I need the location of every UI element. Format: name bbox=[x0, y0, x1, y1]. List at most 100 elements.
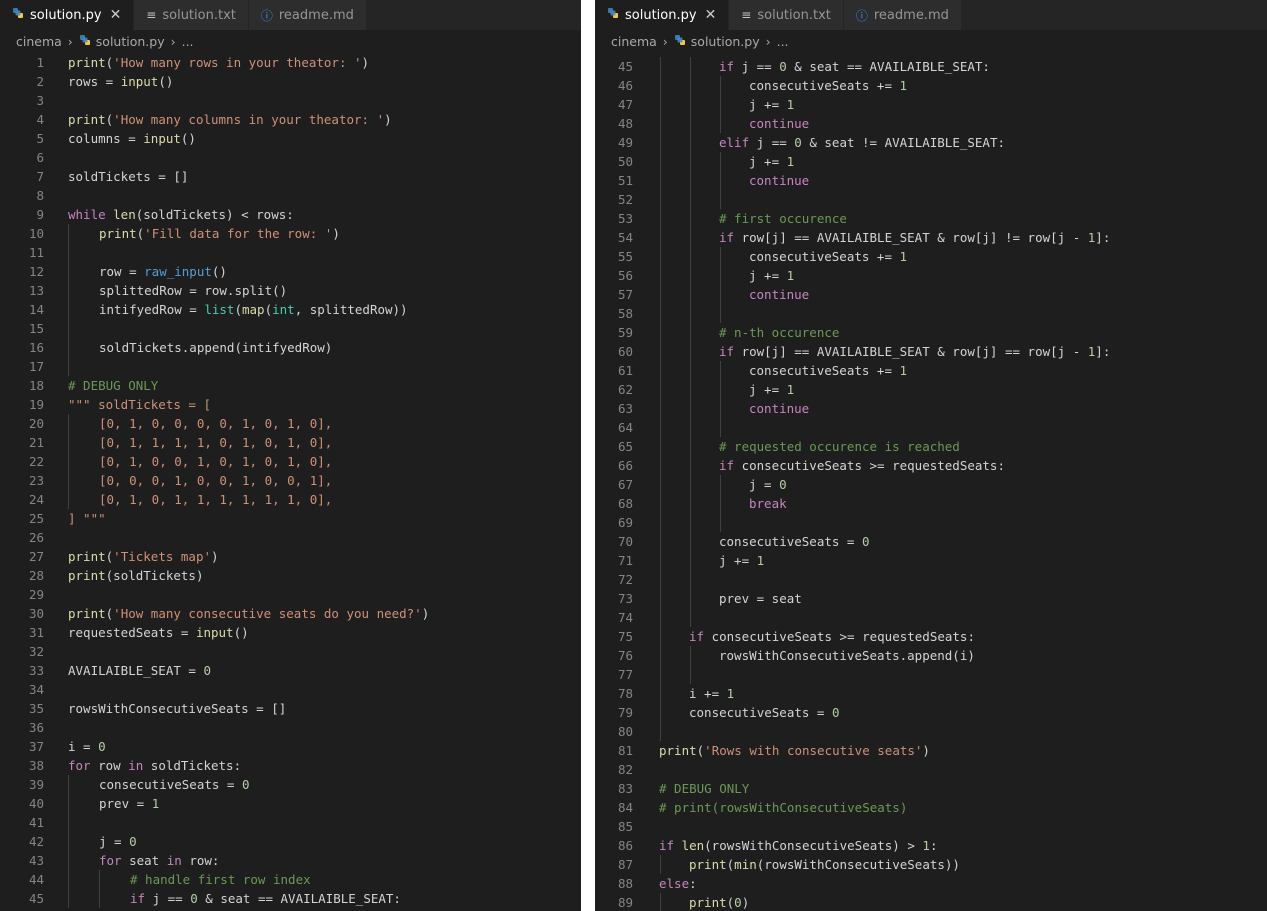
code-line[interactable]: 35 rowsWithConsecutiveSeats = [] bbox=[0, 699, 581, 718]
code-line[interactable]: 54 if row[j] == AVAILAIBLE_SEAT & row[j] … bbox=[595, 228, 1267, 247]
code-line[interactable]: 42 j = 0 bbox=[0, 832, 581, 851]
code-line[interactable]: 46 consecutiveSeats += 1 bbox=[595, 76, 1267, 95]
breadcrumb-more[interactable]: ... bbox=[182, 34, 194, 49]
code-line[interactable]: 89 print(0) bbox=[595, 893, 1267, 911]
code-line[interactable]: 62 j += 1 bbox=[595, 380, 1267, 399]
code-editor[interactable]: 1 print('How many rows in your theator: '… bbox=[0, 53, 581, 908]
code-line[interactable]: 56 j += 1 bbox=[595, 266, 1267, 285]
code-line[interactable]: 10 print('Fill data for the row: ') bbox=[0, 224, 581, 243]
code-line[interactable]: 6 bbox=[0, 148, 581, 167]
code-line[interactable]: 21 [0, 1, 1, 1, 1, 0, 1, 0, 1, 0], bbox=[0, 433, 581, 452]
code-line[interactable]: 25] """ bbox=[0, 509, 581, 528]
code-line[interactable]: 31 requestedSeats = input() bbox=[0, 623, 581, 642]
tab-solution-py[interactable]: solution.py ✕ bbox=[595, 0, 730, 30]
code-line[interactable]: 2 rows = input() bbox=[0, 72, 581, 91]
tab-solution-txt[interactable]: ≡ solution.txt bbox=[729, 0, 844, 30]
code-line[interactable]: 45 if j == 0 & seat == AVAILAIBLE_SEAT: bbox=[0, 889, 581, 908]
code-line[interactable]: 47 j += 1 bbox=[595, 95, 1267, 114]
code-line[interactable]: 80 bbox=[595, 722, 1267, 741]
code-line[interactable]: 48 continue bbox=[595, 114, 1267, 133]
code-line[interactable]: 66 if consecutiveSeats >= requestedSeats: bbox=[595, 456, 1267, 475]
breadcrumb-file[interactable]: solution.py bbox=[96, 34, 165, 49]
code-line[interactable]: 65 # requested occurence is reached bbox=[595, 437, 1267, 456]
code-line[interactable]: 14 intifyedRow = list(map(int, splittedRo… bbox=[0, 300, 581, 319]
breadcrumb-folder[interactable]: cinema bbox=[16, 34, 62, 49]
code-line[interactable]: 18 # DEBUG ONLY bbox=[0, 376, 581, 395]
code-line[interactable]: 8 bbox=[0, 186, 581, 205]
breadcrumb-folder[interactable]: cinema bbox=[611, 34, 657, 49]
code-line[interactable]: 72 bbox=[595, 570, 1267, 589]
code-line[interactable]: 29 bbox=[0, 585, 581, 604]
close-icon[interactable]: ✕ bbox=[705, 7, 717, 23]
code-line[interactable]: 69 bbox=[595, 513, 1267, 532]
code-line[interactable]: 68 break bbox=[595, 494, 1267, 513]
code-line[interactable]: 34 bbox=[0, 680, 581, 699]
code-line[interactable]: 5 columns = input() bbox=[0, 129, 581, 148]
code-line[interactable]: 58 bbox=[595, 304, 1267, 323]
code-line[interactable]: 30 print('How many consecutive seats do y… bbox=[0, 604, 581, 623]
tab-solution-txt[interactable]: ≡ solution.txt bbox=[134, 0, 249, 30]
code-line[interactable]: 73 prev = seat bbox=[595, 589, 1267, 608]
code-line[interactable]: 76 rowsWithConsecutiveSeats.append(i) bbox=[595, 646, 1267, 665]
code-line[interactable]: 41 bbox=[0, 813, 581, 832]
code-line[interactable]: 45 if j == 0 & seat == AVAILAIBLE_SEAT: bbox=[595, 57, 1267, 76]
code-line[interactable]: 55 consecutiveSeats += 1 bbox=[595, 247, 1267, 266]
tab-readme-md[interactable]: ⓘ readme.md bbox=[248, 0, 367, 30]
code-line[interactable]: 64 bbox=[595, 418, 1267, 437]
code-line[interactable]: 74 bbox=[595, 608, 1267, 627]
code-line[interactable]: 32 bbox=[0, 642, 581, 661]
code-line[interactable]: 70 consecutiveSeats = 0 bbox=[595, 532, 1267, 551]
code-line[interactable]: 51 continue bbox=[595, 171, 1267, 190]
code-line[interactable]: 78 i += 1 bbox=[595, 684, 1267, 703]
code-line[interactable]: 43 for seat in row: bbox=[0, 851, 581, 870]
code-line[interactable]: 52 bbox=[595, 190, 1267, 209]
code-line[interactable]: 9 while len(soldTickets) < rows: bbox=[0, 205, 581, 224]
code-line[interactable]: 12 row = raw_input() bbox=[0, 262, 581, 281]
code-line[interactable]: 61 consecutiveSeats += 1 bbox=[595, 361, 1267, 380]
code-line[interactable]: 20 [0, 1, 0, 0, 0, 0, 1, 0, 1, 0], bbox=[0, 414, 581, 433]
code-line[interactable]: 37 i = 0 bbox=[0, 737, 581, 756]
code-line[interactable]: 71 j += 1 bbox=[595, 551, 1267, 570]
code-line[interactable]: 40 prev = 1 bbox=[0, 794, 581, 813]
code-line[interactable]: 11 bbox=[0, 243, 581, 262]
code-line[interactable]: 28 print(soldTickets) bbox=[0, 566, 581, 585]
code-line[interactable]: 81 print('Rows with consecutive seats') bbox=[595, 741, 1267, 760]
code-line[interactable]: 38 for row in soldTickets: bbox=[0, 756, 581, 775]
code-line[interactable]: 63 continue bbox=[595, 399, 1267, 418]
code-line[interactable]: 27 print('Tickets map') bbox=[0, 547, 581, 566]
code-line[interactable]: 84 # print(rowsWithConsecutiveSeats) bbox=[595, 798, 1267, 817]
tab-solution-py[interactable]: solution.py ✕ bbox=[0, 0, 135, 30]
code-line[interactable]: 75 if consecutiveSeats >= requestedSeats: bbox=[595, 627, 1267, 646]
code-line[interactable]: 39 consecutiveSeats = 0 bbox=[0, 775, 581, 794]
code-line[interactable]: 3 bbox=[0, 91, 581, 110]
code-line[interactable]: 15 bbox=[0, 319, 581, 338]
code-line[interactable]: 88 else: bbox=[595, 874, 1267, 893]
code-line[interactable]: 50 j += 1 bbox=[595, 152, 1267, 171]
code-line[interactable]: 7 soldTickets = [] bbox=[0, 167, 581, 186]
code-line[interactable]: 82 bbox=[595, 760, 1267, 779]
code-line[interactable]: 49 elif j == 0 & seat != AVAILAIBLE_SEAT: bbox=[595, 133, 1267, 152]
code-line[interactable]: 22 [0, 1, 0, 0, 1, 0, 1, 0, 1, 0], bbox=[0, 452, 581, 471]
code-line[interactable]: 36 bbox=[0, 718, 581, 737]
code-line[interactable]: 83 # DEBUG ONLY bbox=[595, 779, 1267, 798]
code-line[interactable]: 77 bbox=[595, 665, 1267, 684]
code-line[interactable]: 44 # handle first row index bbox=[0, 870, 581, 889]
code-line[interactable]: 85 bbox=[595, 817, 1267, 836]
code-line[interactable]: 16 soldTickets.append(intifyedRow) bbox=[0, 338, 581, 357]
close-icon[interactable]: ✕ bbox=[110, 7, 122, 23]
breadcrumb-more[interactable]: ... bbox=[777, 34, 789, 49]
code-line[interactable]: 67 j = 0 bbox=[595, 475, 1267, 494]
code-line[interactable]: 4 print('How many columns in your theator… bbox=[0, 110, 581, 129]
code-line[interactable]: 59 # n-th occurence bbox=[595, 323, 1267, 342]
code-line[interactable]: 13 splittedRow = row.split() bbox=[0, 281, 581, 300]
code-line[interactable]: 23 [0, 0, 0, 1, 0, 0, 1, 0, 0, 1], bbox=[0, 471, 581, 490]
code-line[interactable]: 19 """ soldTickets = [ bbox=[0, 395, 581, 414]
code-line[interactable]: 79 consecutiveSeats = 0 bbox=[595, 703, 1267, 722]
code-line[interactable]: 86 if len(rowsWithConsecutiveSeats) > 1: bbox=[595, 836, 1267, 855]
code-line[interactable]: 60 if row[j] == AVAILAIBLE_SEAT & row[j] … bbox=[595, 342, 1267, 361]
code-line[interactable]: 1 print('How many rows in your theator: '… bbox=[0, 53, 581, 72]
code-line[interactable]: 17 bbox=[0, 357, 581, 376]
code-line[interactable]: 87 print(min(rowsWithConsecutiveSeats)) bbox=[595, 855, 1267, 874]
code-line[interactable]: 26 bbox=[0, 528, 581, 547]
code-editor[interactable]: 45 if j == 0 & seat == AVAILAIBLE_SEAT: 46… bbox=[595, 57, 1267, 911]
